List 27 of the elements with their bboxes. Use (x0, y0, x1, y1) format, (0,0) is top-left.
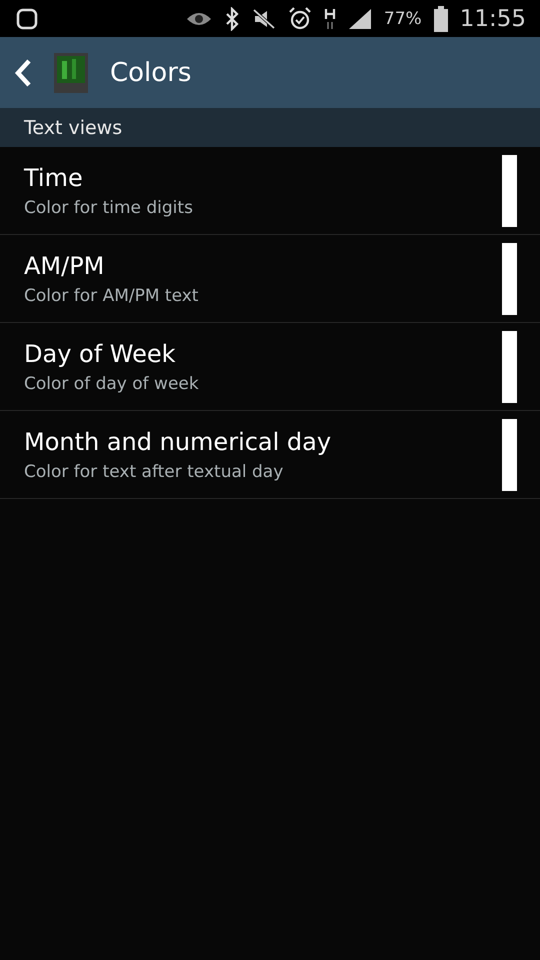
preference-summary: Color for AM/PM text (24, 286, 200, 306)
preference-title: Time (24, 164, 84, 192)
signal-icon (348, 8, 372, 30)
preference-title: Day of Week (24, 340, 177, 368)
preference-title: Month and numerical day (24, 428, 332, 456)
clock-time: 11:55 (460, 6, 526, 32)
bluetooth-icon (224, 6, 240, 30)
preference-row[interactable]: Month and numerical day Color for text after textual day (0, 411, 540, 499)
alarm-icon (288, 6, 312, 30)
preference-row[interactable]: Time Color for time digits (0, 147, 540, 235)
back-button[interactable] (14, 52, 88, 92)
preference-row[interactable]: Day of Week Color of day of week (0, 323, 540, 411)
preference-summary: Color of day of week (24, 374, 200, 394)
preference-summary: Color for time digits (24, 198, 194, 218)
back-icon (14, 58, 32, 88)
mute-icon (252, 8, 276, 30)
section-header: Text views (24, 116, 122, 138)
preference-row[interactable]: AM/PM Color for AM/PM text (0, 235, 540, 323)
app-icon (54, 52, 88, 92)
battery-icon (434, 6, 448, 32)
battery-percent: 77% (384, 8, 422, 28)
screen-title: Colors (110, 58, 192, 88)
network-type-icon (324, 6, 336, 30)
watch-icon (16, 6, 38, 30)
preference-title: AM/PM (24, 252, 106, 280)
preference-summary: Color for text after textual day (24, 462, 284, 482)
eye-icon (186, 10, 212, 26)
